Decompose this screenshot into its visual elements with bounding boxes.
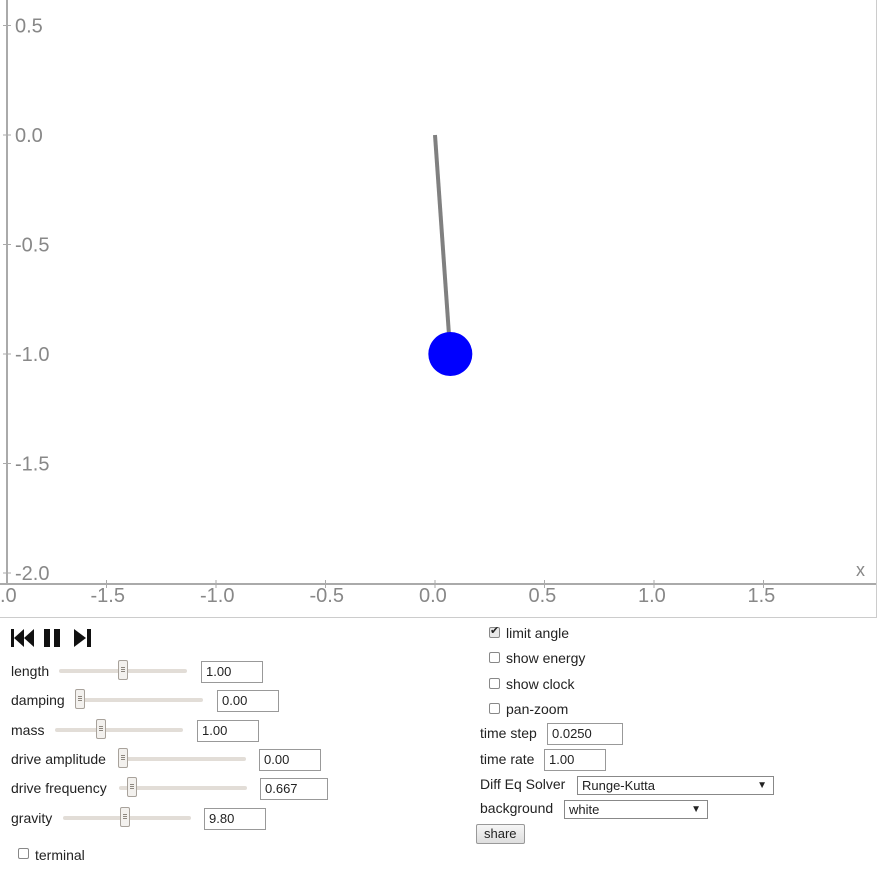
share-button[interactable]: share — [476, 824, 525, 844]
pause-icon — [44, 629, 60, 647]
limit-angle-label: limit angle — [506, 625, 570, 641]
background-select-value: white — [569, 802, 600, 817]
simulation-graph[interactable]: 0.5 0.0 -0.5 -1.0 -1.5 -2.0 .0 -1.5 -1.0 -0.5 0.0… — [0, 0, 877, 618]
rewind-button[interactable] — [11, 628, 35, 648]
drive-amplitude-slider-thumb[interactable] — [118, 748, 128, 768]
length-label: length — [11, 663, 50, 679]
show-clock-checkbox[interactable] — [489, 678, 500, 689]
drive-frequency-label: drive frequency — [11, 780, 107, 796]
y-tick-label: 0.0 — [15, 125, 43, 147]
x-tick-label: .0 — [0, 585, 17, 607]
time-rate-label: time rate — [480, 751, 535, 767]
damping-field[interactable]: 0.00 — [217, 690, 279, 712]
mass-field[interactable]: 1.00 — [197, 720, 259, 742]
drive-frequency-field[interactable]: 0.667 — [260, 778, 328, 800]
time-step-label: time step — [480, 725, 537, 741]
damping-slider[interactable] — [75, 698, 203, 702]
drive-frequency-slider[interactable] — [119, 786, 247, 790]
drive-amplitude-label: drive amplitude — [11, 751, 106, 767]
solver-select-value: Runge-Kutta — [582, 778, 655, 793]
x-tick-label: 0.0 — [419, 585, 447, 607]
terminal-checkbox[interactable] — [18, 848, 29, 859]
show-clock-label: show clock — [506, 676, 575, 692]
background-select[interactable]: white ▼ — [564, 800, 708, 819]
pause-button[interactable] — [43, 628, 61, 648]
dropdown-arrow-icon: ▼ — [691, 804, 701, 815]
time-step-field[interactable]: 0.0250 — [547, 723, 623, 745]
y-tick-label: -2.0 — [15, 563, 49, 585]
drive-amplitude-slider[interactable] — [118, 757, 246, 761]
mass-slider-thumb[interactable] — [96, 719, 106, 739]
gravity-field[interactable]: 9.80 — [204, 808, 266, 830]
rewind-icon — [11, 629, 34, 647]
length-field[interactable]: 1.00 — [201, 661, 263, 683]
dropdown-arrow-icon: ▼ — [757, 780, 767, 791]
pendulum-bob[interactable] — [428, 332, 473, 376]
gravity-label: gravity — [11, 810, 53, 826]
solver-label: Diff Eq Solver — [480, 776, 566, 792]
y-tick-label: -1.5 — [15, 454, 49, 476]
damping-label: damping — [11, 692, 65, 708]
mass-slider[interactable] — [55, 728, 183, 732]
drive-frequency-slider-thumb[interactable] — [127, 777, 137, 797]
show-energy-checkbox[interactable] — [489, 652, 500, 663]
x-tick-label: -1.0 — [200, 585, 234, 607]
mass-label: mass — [11, 722, 45, 738]
show-energy-label: show energy — [506, 650, 586, 666]
gravity-slider-thumb[interactable] — [120, 807, 130, 827]
x-tick-label: -1.5 — [91, 585, 125, 607]
y-tick-label: 0.5 — [15, 16, 43, 38]
terminal-label: terminal — [35, 847, 85, 863]
x-tick-label: 1.0 — [638, 585, 666, 607]
pan-zoom-label: pan-zoom — [506, 701, 569, 717]
solver-select[interactable]: Runge-Kutta ▼ — [577, 776, 774, 795]
x-tick-label: -0.5 — [310, 585, 344, 607]
background-label: background — [480, 800, 554, 816]
step-forward-button[interactable] — [73, 628, 93, 648]
x-axis-name: x — [856, 560, 865, 580]
pendulum-rod — [433, 134, 453, 355]
y-tick-label: -0.5 — [15, 235, 49, 257]
x-tick-label: 1.5 — [748, 585, 776, 607]
x-tick-label: 0.5 — [529, 585, 557, 607]
drive-amplitude-field[interactable]: 0.00 — [259, 749, 321, 771]
damping-slider-thumb[interactable] — [75, 689, 85, 709]
step-forward-icon — [74, 629, 91, 647]
length-slider-thumb[interactable] — [118, 660, 128, 680]
limit-angle-checkbox[interactable] — [489, 624, 500, 638]
time-rate-field[interactable]: 1.00 — [544, 749, 606, 771]
pan-zoom-checkbox[interactable] — [489, 703, 500, 714]
y-tick-label: -1.0 — [15, 344, 49, 366]
